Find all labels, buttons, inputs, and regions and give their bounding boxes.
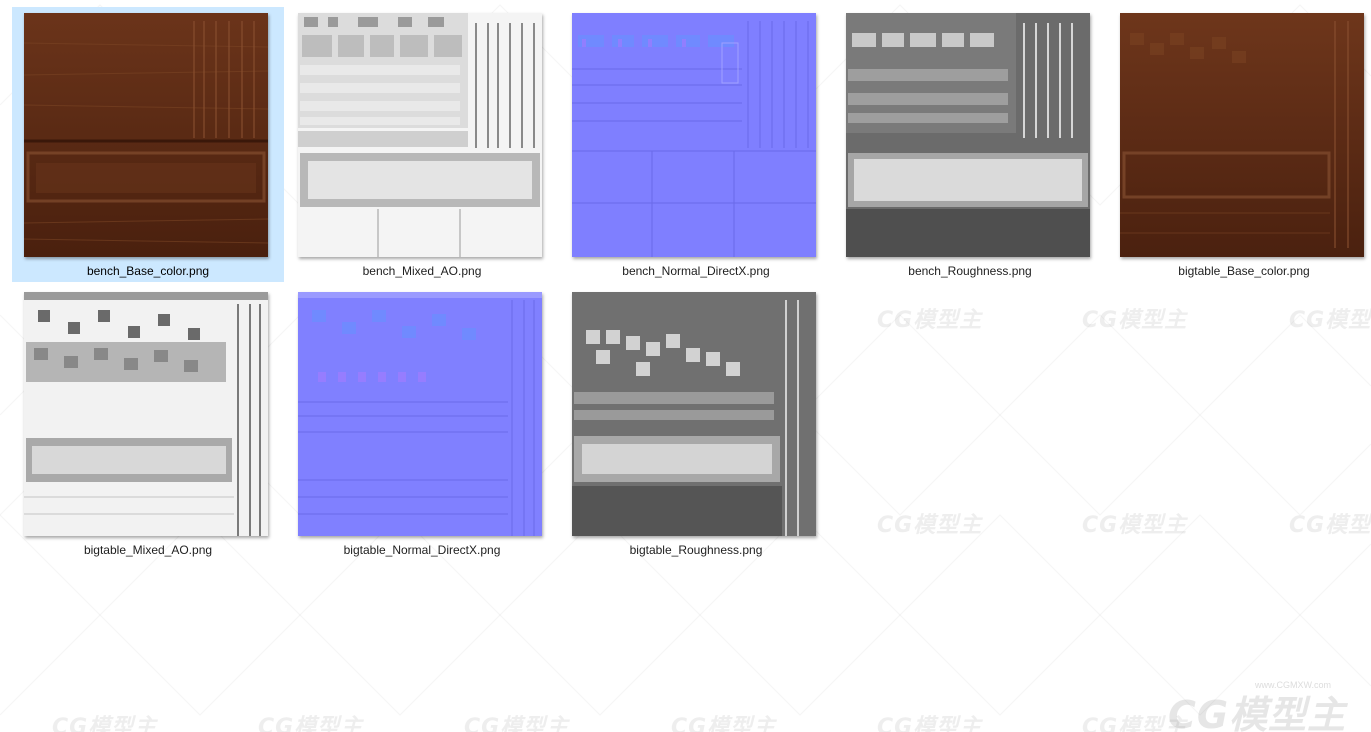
thumbnail-image: [1120, 13, 1364, 257]
thumbnail-image: [298, 13, 542, 257]
thumbnail-image: [572, 292, 816, 536]
file-tile-bigtable-mixed-ao[interactable]: bigtable_Mixed_AO.png: [12, 286, 284, 561]
thumbnail-image: [24, 292, 268, 536]
watermark-logo: CG模型主: [464, 715, 570, 732]
thumbnail-image: [24, 13, 268, 257]
watermark-logo: CG模型主: [258, 715, 364, 732]
ao-texture: [24, 292, 268, 536]
base-color-texture: [1120, 13, 1364, 257]
watermark-logo: CG模型主: [1289, 308, 1371, 333]
thumbnail-image: [572, 13, 816, 257]
watermark-logo-large: CG模型主: [1168, 693, 1347, 732]
file-name-label: bigtable_Base_color.png: [1178, 264, 1310, 278]
watermark-logo: CG模型主: [671, 715, 777, 732]
roughness-texture: [846, 13, 1090, 257]
normal-texture: [572, 13, 816, 257]
watermark-logo: CG模型主: [877, 308, 983, 333]
file-tile-bigtable-roughness[interactable]: bigtable_Roughness.png: [560, 286, 832, 561]
ao-texture: [298, 13, 542, 257]
watermark-logo: CG模型主: [52, 715, 158, 732]
watermark-logo: CG模型主: [1289, 513, 1371, 538]
file-tile-bench-roughness[interactable]: bench_Roughness.png: [834, 7, 1106, 282]
file-name-label: bench_Normal_DirectX.png: [622, 264, 770, 278]
file-tile-bigtable-base-color[interactable]: bigtable_Base_color.png: [1108, 7, 1371, 282]
watermark-logo: CG模型主: [877, 715, 983, 732]
thumbnail-image: [298, 292, 542, 536]
file-explorer-view: CG模型主 CG模型主 CG模型主 CG模型主 CG模型主 CG模型主 CG模型…: [0, 0, 1371, 732]
file-name-label: bench_Mixed_AO.png: [362, 264, 482, 278]
watermark-site: www.CGMXW.com: [1255, 680, 1332, 690]
file-tile-bench-mixed-ao[interactable]: bench_Mixed_AO.png: [286, 7, 558, 282]
thumbnail-image: [846, 13, 1090, 257]
file-tile-bigtable-normal-directx[interactable]: bigtable_Normal_DirectX.png: [286, 286, 558, 561]
base-color-texture: [24, 13, 268, 257]
normal-texture: [298, 292, 542, 536]
file-name-label: bigtable_Roughness.png: [629, 543, 763, 557]
file-name-label: bench_Base_color.png: [86, 264, 210, 278]
watermark-logo: CG模型主: [877, 513, 983, 538]
watermark-logo: CG模型主: [1082, 308, 1188, 333]
file-tile-bench-normal-directx[interactable]: bench_Normal_DirectX.png: [560, 7, 832, 282]
file-name-label: bigtable_Mixed_AO.png: [83, 543, 213, 557]
file-name-label: bench_Roughness.png: [908, 264, 1032, 278]
watermark-logo: CG模型主: [1082, 715, 1188, 732]
roughness-texture: [572, 292, 816, 536]
watermark-logo: CG模型主: [1082, 513, 1188, 538]
file-name-label: bigtable_Normal_DirectX.png: [343, 543, 501, 557]
file-tile-bench-base-color[interactable]: bench_Base_color.png: [12, 7, 284, 282]
